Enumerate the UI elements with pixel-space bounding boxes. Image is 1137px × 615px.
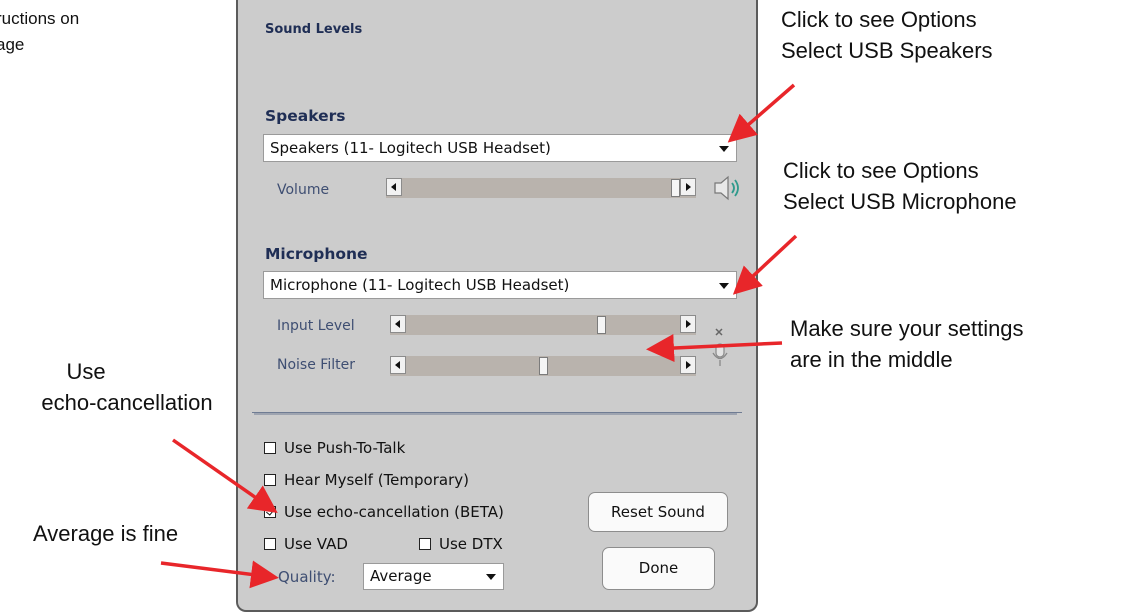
quality-hint-arrow [160, 560, 279, 589]
microphone-hint-arrow [732, 234, 798, 295]
echo-hint-arrow [171, 438, 278, 514]
annotation-arrows [160, 83, 798, 589]
speakers-hint-arrow [727, 83, 796, 143]
settings-hint-arrow [646, 334, 783, 363]
